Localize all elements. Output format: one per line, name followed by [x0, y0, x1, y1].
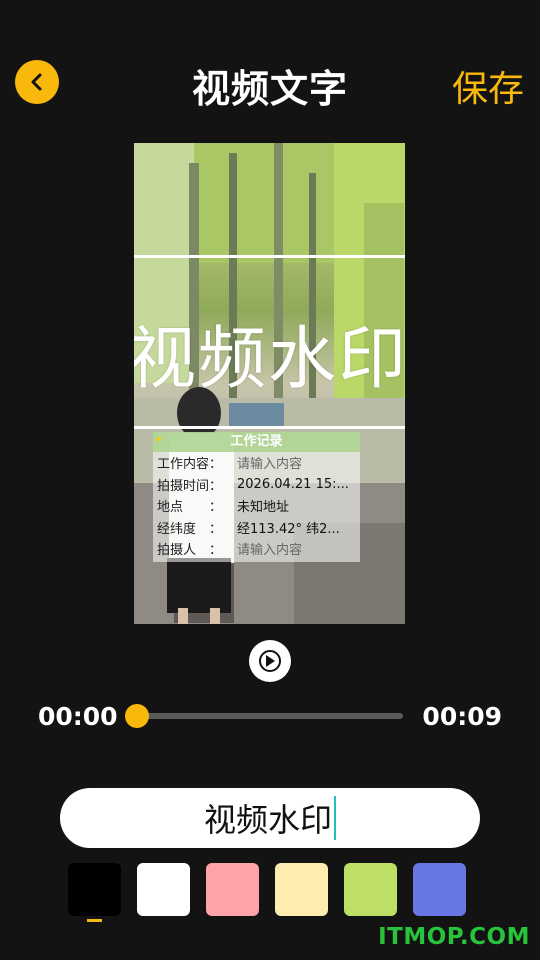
record-row: 工作内容： 请输入内容 — [153, 452, 360, 474]
record-label: 工作内容： — [157, 457, 223, 473]
watermark-frame-top-line — [134, 255, 405, 258]
record-row: 拍摄时间： 2026.04.21 15:... — [153, 474, 360, 496]
record-row: 拍摄人 ： 请输入内容 — [153, 538, 360, 560]
progress-thumb[interactable] — [125, 704, 149, 728]
total-time: 00:09 — [422, 702, 502, 731]
color-swatch-blue[interactable] — [413, 863, 466, 916]
record-label: 拍摄人 ： — [157, 543, 223, 559]
record-label: 经纬度 ： — [157, 521, 223, 537]
watermark-frame-bottom-line — [134, 426, 405, 429]
record-dot — [157, 437, 161, 441]
record-value: 2026.04.21 15:... — [237, 476, 349, 492]
record-row: 经纬度 ： 经113.42° 纬2... — [153, 517, 360, 539]
watermark-text-input[interactable]: 视频水印 — [60, 788, 480, 848]
color-swatch-black[interactable] — [68, 863, 121, 916]
work-record-card[interactable]: 工作记录 工作内容： 请输入内容 拍摄时间： 2026.04.21 15:...… — [153, 432, 360, 562]
color-swatch-cream[interactable] — [275, 863, 328, 916]
record-label: 拍摄时间： — [157, 478, 223, 494]
progress-track[interactable] — [138, 713, 403, 719]
text-caret — [334, 796, 336, 840]
record-header: 工作记录 — [153, 432, 360, 452]
color-swatch-green[interactable] — [344, 863, 397, 916]
play-icon — [259, 650, 281, 672]
record-value: 经113.42° 纬2... — [237, 521, 340, 537]
video-preview[interactable]: 视频水印 工作记录 工作内容： 请输入内容 拍摄时间： 2026.04.21 1… — [134, 143, 405, 624]
current-time: 00:00 — [38, 702, 118, 731]
color-swatches — [68, 863, 468, 918]
save-button[interactable]: 保存 — [452, 60, 524, 112]
color-swatch-pink[interactable] — [206, 863, 259, 916]
record-value: 未知地址 — [237, 500, 290, 516]
watermark-text[interactable]: 视频水印 — [134, 303, 405, 402]
record-label: 地点 ： — [157, 500, 223, 516]
play-button[interactable] — [249, 640, 291, 682]
record-title: 工作记录 — [230, 434, 283, 449]
record-value: 请输入内容 — [237, 457, 303, 473]
input-value: 视频水印 — [203, 801, 332, 839]
site-watermark: ITMOP.COM — [378, 924, 530, 950]
record-value: 请输入内容 — [237, 543, 303, 559]
record-row: 地点 ： 未知地址 — [153, 495, 360, 517]
color-swatch-white[interactable] — [137, 863, 190, 916]
selected-color-indicator — [87, 919, 102, 922]
